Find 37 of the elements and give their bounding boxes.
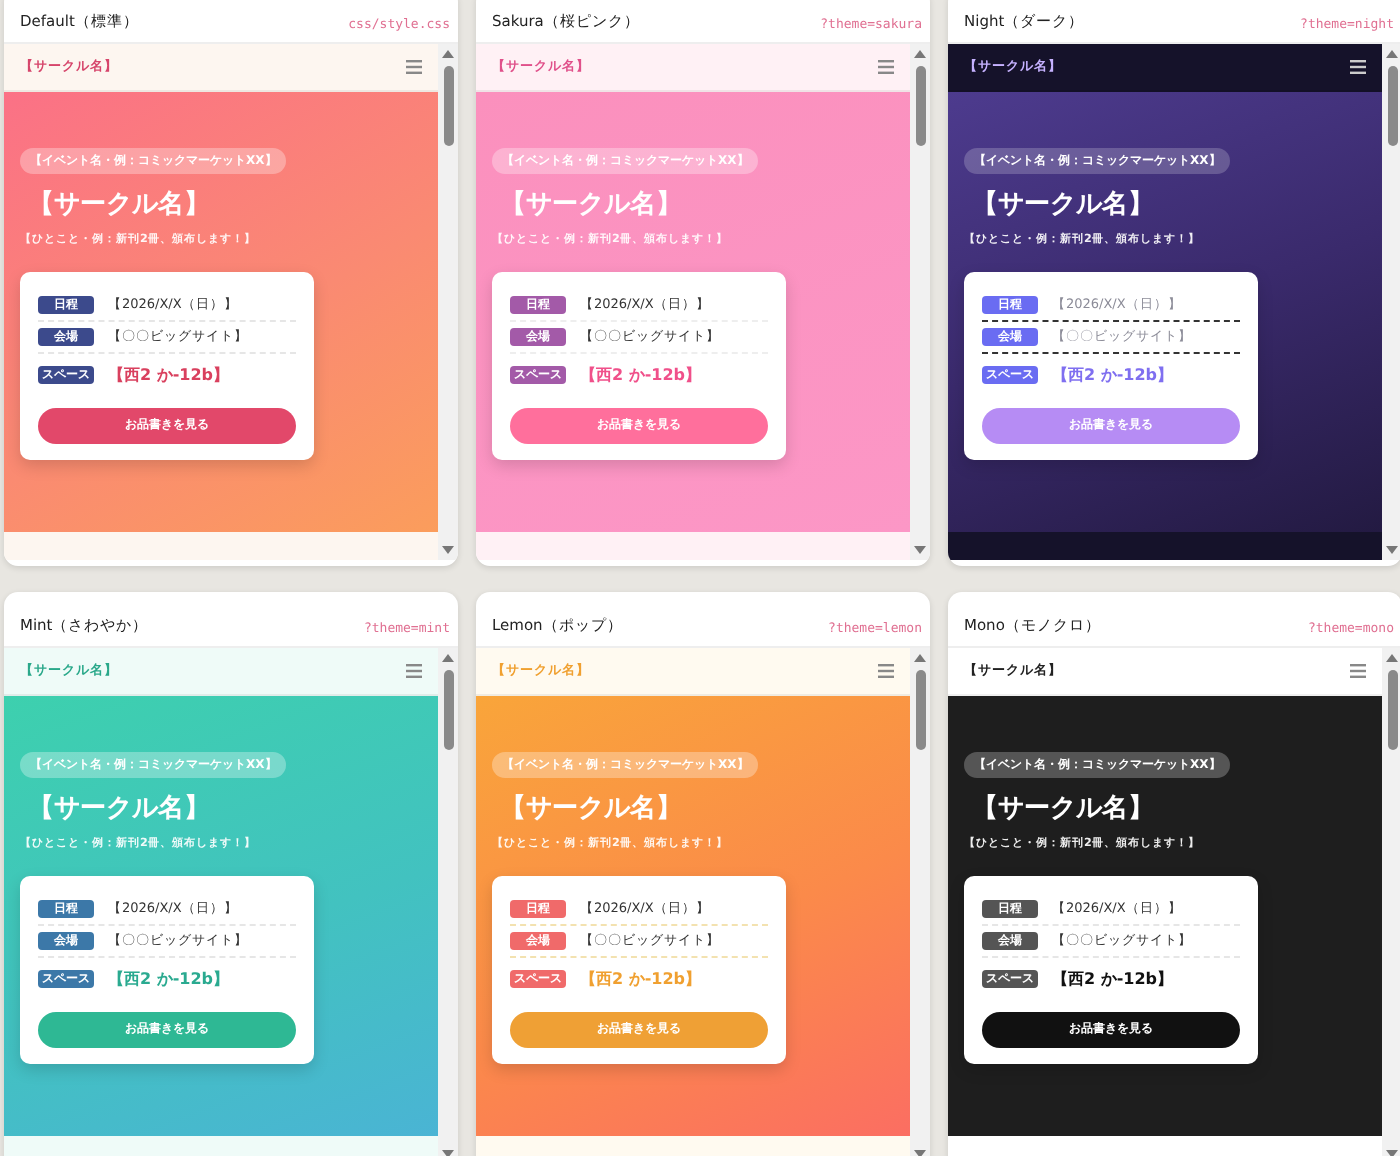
scroll-up-icon[interactable] [914, 50, 926, 58]
circle-title: 【サークル名】 [972, 792, 1154, 826]
scroll-thumb[interactable] [443, 670, 453, 750]
scroll-up-icon[interactable] [442, 654, 454, 662]
scroll-thumb[interactable] [915, 66, 925, 146]
scrollbar[interactable] [438, 44, 458, 560]
scroll-up-icon[interactable] [1386, 50, 1398, 58]
circle-title: 【サークル名】 [500, 188, 682, 222]
scrollbar[interactable] [1382, 44, 1400, 560]
scroll-down-icon[interactable] [1386, 546, 1398, 554]
circle-title: 【サークル名】 [28, 188, 210, 222]
scroll-down-icon[interactable] [442, 1150, 454, 1156]
scroll-down-icon[interactable] [442, 546, 454, 554]
scroll-down-icon[interactable] [914, 1150, 926, 1156]
scroll-thumb[interactable] [915, 670, 925, 750]
info-value: 【西2 か-12b】 [1052, 968, 1174, 990]
scrollbar[interactable] [910, 648, 930, 1156]
scroll-thumb[interactable] [1387, 66, 1397, 146]
circle-title: 【サークル名】 [500, 792, 682, 826]
scrollbar[interactable] [910, 44, 930, 560]
scroll-up-icon[interactable] [1386, 654, 1398, 662]
scrollbar[interactable] [1382, 648, 1400, 1156]
scrollbar[interactable] [438, 648, 458, 1156]
scroll-down-icon[interactable] [1386, 1150, 1398, 1156]
info-value: 【西2 か-12b】 [1052, 364, 1174, 386]
info-value: 【西2 か-12b】 [580, 364, 702, 386]
circle-title: 【サークル名】 [972, 188, 1154, 222]
scroll-thumb[interactable] [1387, 670, 1397, 750]
scroll-up-icon[interactable] [442, 50, 454, 58]
info-value: 【西2 か-12b】 [108, 364, 230, 386]
scroll-thumb[interactable] [443, 66, 453, 146]
circle-title: 【サークル名】 [28, 792, 210, 826]
scroll-up-icon[interactable] [914, 654, 926, 662]
info-value: 【西2 か-12b】 [108, 968, 230, 990]
info-value: 【西2 か-12b】 [580, 968, 702, 990]
menu-icon[interactable] [1350, 60, 1366, 74]
scroll-down-icon[interactable] [914, 546, 926, 554]
